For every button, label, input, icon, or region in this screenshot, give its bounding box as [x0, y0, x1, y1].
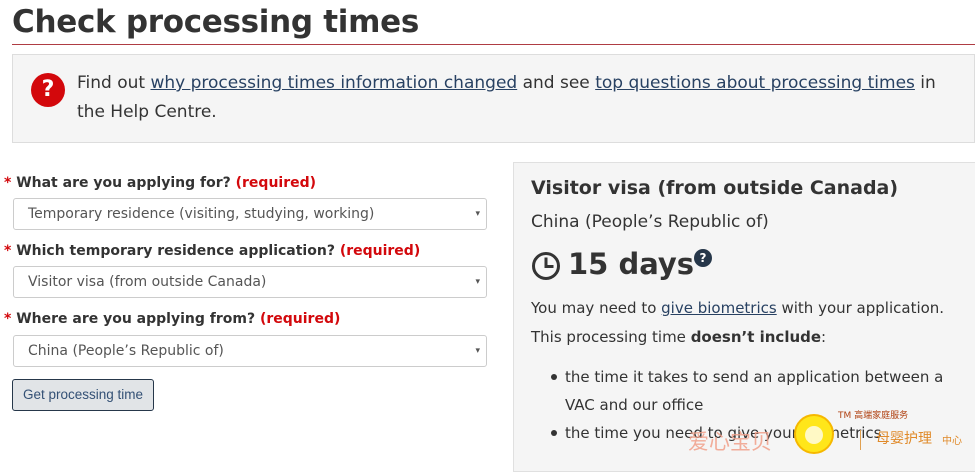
list-item: the time you need to give your biometric… [531, 419, 968, 447]
give-biometrics-link[interactable]: give biometrics [661, 299, 777, 317]
select-value: China (People’s Republic of) [28, 343, 224, 359]
dropdown-caret-icon: ▾ [475, 277, 480, 287]
field-label-applying-for: * What are you applying for? (required) [4, 175, 316, 191]
excludes-bold: doesn’t include [690, 328, 822, 346]
alert-text-before: Find out [77, 73, 151, 93]
required-text: (required) [339, 243, 421, 259]
result-panel: Visitor visa (from outside Canada) China… [513, 162, 975, 472]
excludes-text-after: : [821, 328, 827, 346]
why-processing-times-changed-link[interactable]: why processing times information changed [150, 73, 517, 93]
page-title: Check processing times [12, 4, 420, 40]
required-text: (required) [235, 175, 317, 191]
application-type-select[interactable]: Visitor visa (from outside Canada) ▾ [13, 266, 487, 298]
field-label-applying-from: * Where are you applying from? (required… [4, 311, 340, 327]
dropdown-caret-icon: ▾ [475, 209, 480, 219]
alert-message: Find out why processing times informatio… [77, 69, 964, 127]
select-value: Temporary residence (visiting, studying,… [28, 206, 375, 222]
question-mark-icon: ? [31, 73, 65, 107]
excludes-note: This processing time doesn’t include: [531, 328, 826, 346]
get-processing-time-button[interactable]: Get processing time [12, 379, 154, 411]
required-star: * [4, 243, 12, 259]
clock-icon [532, 252, 560, 280]
result-title: Visitor visa (from outside Canada) [531, 177, 899, 199]
excludes-list: the time it takes to send an application… [531, 363, 968, 447]
field-label-text: Where are you applying from? [16, 311, 256, 327]
biometrics-note: You may need to give biometrics with you… [531, 299, 944, 317]
biometrics-text-after: with your application. [776, 299, 945, 317]
list-item: the time it takes to send an application… [531, 363, 968, 419]
result-country: China (People’s Republic of) [531, 212, 769, 232]
field-label-text: Which temporary residence application? [16, 243, 335, 259]
processing-days: 15 days [568, 247, 695, 281]
applying-from-select[interactable]: China (People’s Republic of) ▾ [13, 335, 487, 367]
help-icon[interactable]: ? [694, 249, 712, 267]
field-label-text: What are you applying for? [16, 175, 231, 191]
title-divider [12, 44, 975, 45]
select-value: Visitor visa (from outside Canada) [28, 274, 267, 290]
required-star: * [4, 175, 12, 191]
field-label-application-type: * Which temporary residence application?… [4, 243, 420, 259]
alert-text-middle: and see [517, 73, 596, 93]
applying-for-select[interactable]: Temporary residence (visiting, studying,… [13, 198, 487, 230]
biometrics-text-before: You may need to [531, 299, 662, 317]
top-questions-link[interactable]: top questions about processing times [595, 73, 915, 93]
excludes-text-before: This processing time [531, 328, 691, 346]
required-text: (required) [259, 311, 341, 327]
info-alert: ? Find out why processing times informat… [12, 54, 975, 143]
required-star: * [4, 311, 12, 327]
dropdown-caret-icon: ▾ [475, 346, 480, 356]
